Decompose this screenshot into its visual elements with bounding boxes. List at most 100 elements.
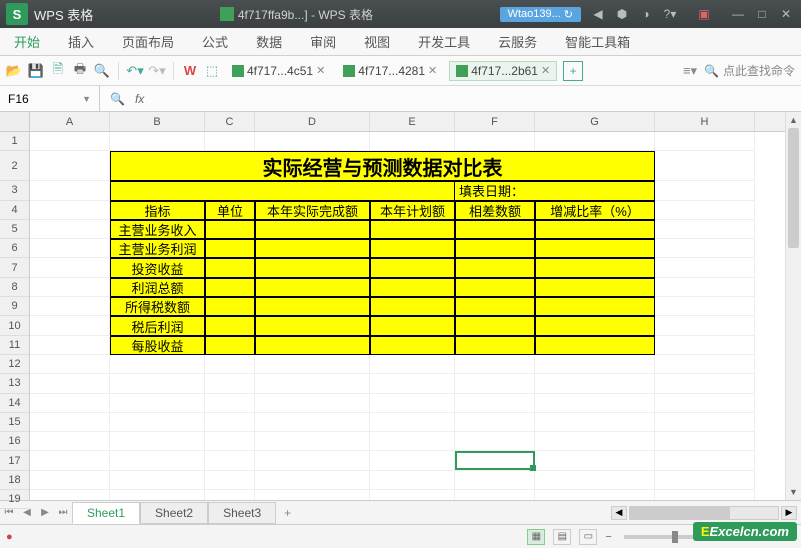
row-header[interactable]: 13 [0, 374, 29, 393]
menu-data[interactable]: 数据 [242, 28, 296, 55]
cube-icon[interactable]: ⬚ [204, 63, 220, 79]
indicator-row[interactable]: 税后利润 [110, 316, 205, 335]
vertical-scrollbar[interactable]: ▲ ▼ [785, 112, 801, 500]
hscroll-track[interactable] [629, 506, 779, 520]
indicator-row[interactable]: 主营业务利润 [110, 239, 205, 258]
fx-icon[interactable]: fx [135, 92, 144, 106]
indicator-row[interactable]: 每股收益 [110, 336, 205, 355]
name-box[interactable]: F16 ▼ [0, 86, 100, 111]
select-all-corner[interactable] [0, 112, 29, 132]
minimize-icon[interactable]: — [731, 7, 745, 21]
menu-cloud[interactable]: 云服务 [484, 28, 551, 55]
export-icon[interactable]: 🗎 [50, 63, 66, 79]
indicator-row[interactable]: 投资收益 [110, 258, 205, 277]
menu-view[interactable]: 视图 [350, 28, 404, 55]
indicator-row[interactable]: 主营业务收入 [110, 220, 205, 239]
row-header[interactable]: 12 [0, 355, 29, 374]
row-header[interactable]: 5 [0, 220, 29, 239]
row-header[interactable]: 2 [0, 151, 29, 181]
col-header[interactable]: E [370, 112, 455, 131]
row-header[interactable]: 9 [0, 297, 29, 316]
open-icon[interactable]: 📂 [6, 63, 22, 79]
cancel-formula-icon[interactable]: 🔍 [110, 92, 125, 106]
horizontal-scrollbar[interactable]: ◀ ▶ [299, 506, 801, 520]
doc-tab-3[interactable]: 4f717...2b61 ✕ [449, 61, 557, 81]
maximize-icon[interactable]: □ [755, 7, 769, 21]
row-header[interactable]: 10 [0, 316, 29, 335]
minimize-inner-icon[interactable]: ▣ [697, 7, 711, 21]
col-header[interactable]: F [455, 112, 535, 131]
col-header[interactable]: B [110, 112, 205, 131]
row-header[interactable]: 6 [0, 239, 29, 258]
sheet-tab-2[interactable]: Sheet2 [140, 502, 208, 524]
fill-date-label[interactable]: 填表日期： [455, 181, 655, 200]
col-header[interactable]: G [535, 112, 655, 131]
menu-smart[interactable]: 智能工具箱 [551, 28, 644, 55]
row-header[interactable]: 8 [0, 278, 29, 297]
col-indicator[interactable]: 指标 [110, 201, 205, 220]
row-header[interactable]: 15 [0, 413, 29, 432]
sheet-tab-1[interactable]: Sheet1 [72, 502, 140, 524]
dropdown-icon[interactable]: ▼ [82, 94, 91, 104]
menu-layout[interactable]: 页面布局 [108, 28, 188, 55]
close-tab-icon[interactable]: ✕ [541, 64, 550, 77]
scroll-thumb[interactable] [788, 128, 799, 248]
print-icon[interactable]: 🖶 [72, 63, 88, 79]
cells-area[interactable]: 实际经营与预测数据对比表 填表日期： 指标 单位 本年实际完成额 本年计划额 相… [30, 132, 785, 500]
col-header[interactable]: D [255, 112, 370, 131]
help-icon[interactable]: ?▾ [663, 7, 677, 21]
row-header[interactable]: 17 [0, 451, 29, 470]
sheet-tab-3[interactable]: Sheet3 [208, 502, 276, 524]
nav-back-icon[interactable]: ◀ [591, 7, 605, 21]
scroll-down-icon[interactable]: ▼ [786, 484, 801, 500]
doc-tab-2[interactable]: 4f717...4281 ✕ [337, 62, 443, 80]
home-icon[interactable]: ⬢ [615, 7, 629, 21]
row-header[interactable]: 4 [0, 201, 29, 220]
row-header[interactable]: 14 [0, 394, 29, 413]
new-tab-button[interactable]: + [563, 61, 583, 81]
zoom-out-icon[interactable]: − [605, 531, 611, 543]
col-diff[interactable]: 相差数额 [455, 201, 535, 220]
skin-icon[interactable]: ◑ [639, 7, 653, 21]
hscroll-left-icon[interactable]: ◀ [611, 506, 627, 520]
view-reading-icon[interactable]: ▭ [579, 529, 597, 545]
row-header[interactable]: 7 [0, 258, 29, 277]
undo-icon[interactable]: ↶▾ [127, 63, 143, 79]
indicator-row[interactable]: 利润总额 [110, 278, 205, 297]
row-header[interactable]: 3 [0, 181, 29, 200]
col-actual[interactable]: 本年实际完成额 [255, 201, 370, 220]
preview-icon[interactable]: 🔍 [94, 63, 110, 79]
indicator-row[interactable]: 所得税数额 [110, 297, 205, 316]
row-header[interactable]: 1 [0, 132, 29, 151]
view-pagebreak-icon[interactable]: ▤ [553, 529, 571, 545]
col-header[interactable]: C [205, 112, 255, 131]
record-icon[interactable]: ● [6, 531, 13, 543]
row-header[interactable]: 18 [0, 471, 29, 490]
close-tab-icon[interactable]: ✕ [316, 64, 325, 77]
row-header[interactable]: 16 [0, 432, 29, 451]
hscroll-right-icon[interactable]: ▶ [781, 506, 797, 520]
save-icon[interactable]: 💾 [28, 63, 44, 79]
col-header[interactable]: H [655, 112, 755, 131]
menu-insert[interactable]: 插入 [54, 28, 108, 55]
menu-dev[interactable]: 开发工具 [404, 28, 484, 55]
row-header[interactable]: 11 [0, 336, 29, 355]
doc-tab-1[interactable]: 4f717...4c51 ✕ [226, 62, 331, 80]
close-icon[interactable]: ✕ [779, 7, 793, 21]
command-search[interactable]: 🔍 点此查找命令 [704, 62, 795, 79]
sheet-nav-last[interactable]: ⏭ [54, 507, 72, 518]
menu-formula[interactable]: 公式 [188, 28, 242, 55]
scroll-up-icon[interactable]: ▲ [786, 112, 801, 128]
zoom-thumb[interactable] [672, 531, 678, 543]
table-title[interactable]: 实际经营与预测数据对比表 [110, 151, 655, 181]
view-normal-icon[interactable]: ▦ [527, 529, 545, 545]
user-button[interactable]: Wtao139... ↻ [500, 7, 581, 22]
col-plan[interactable]: 本年计划额 [370, 201, 455, 220]
menu-start[interactable]: 开始 [0, 28, 54, 55]
col-unit[interactable]: 单位 [205, 201, 255, 220]
toolbar-menu-icon[interactable]: ≡▾ [682, 63, 698, 79]
menu-review[interactable]: 审阅 [296, 28, 350, 55]
row-header[interactable]: 19 [0, 490, 29, 509]
hscroll-thumb[interactable] [630, 507, 730, 519]
col-header[interactable]: A [30, 112, 110, 131]
